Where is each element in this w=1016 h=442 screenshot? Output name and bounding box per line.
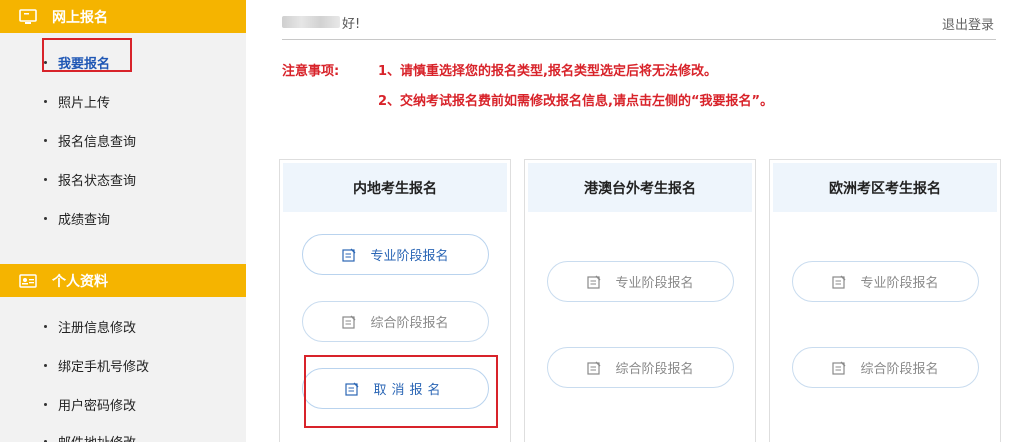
professional-stage-register-button[interactable]: 专业阶段报名: [547, 261, 734, 302]
professional-stage-register-button[interactable]: 专业阶段报名: [792, 261, 979, 302]
nav-label: 照片上传: [58, 95, 111, 111]
nav-item-registration-status-query[interactable]: 报名状态查询: [44, 168, 136, 190]
logout-link[interactable]: 退出登录: [942, 14, 994, 33]
nav-item-photo-upload[interactable]: 照片上传: [44, 90, 110, 112]
button-label: 专业阶段报名: [860, 276, 939, 291]
section-header-online-registration: 网上报名: [0, 0, 246, 33]
notice-line-2: 2、交纳考试报名费前如需修改报名信息,请点击左侧的“我要报名”。: [378, 94, 774, 109]
button-label: 综合阶段报名: [615, 362, 694, 377]
bullet-dot: [44, 138, 47, 142]
monitor-icon: [18, 7, 38, 27]
card-mainland-registration: 内地考生报名 专业阶段报名 综合阶段报名 取消报名: [279, 159, 511, 442]
button-label: 取消报名: [373, 383, 446, 398]
card-title: 内地考生报名: [283, 163, 507, 212]
nav-label: 邮件地址修改: [58, 432, 136, 442]
bullet-dot: [44, 177, 47, 181]
section-title: 个人资料: [52, 273, 108, 290]
greeting-text: 好!: [342, 17, 361, 32]
edit-doc-icon: [342, 248, 356, 262]
edit-doc-icon: [345, 382, 359, 396]
comprehensive-stage-register-button[interactable]: 综合阶段报名: [302, 301, 489, 342]
bullet-dot: [44, 324, 47, 328]
nav-item-edit-registration-info[interactable]: 注册信息修改: [44, 315, 136, 337]
edit-doc-icon: [587, 275, 601, 289]
blurred-username: [282, 16, 340, 28]
nav-label: 成绩查询: [58, 212, 111, 228]
bullet-dot: [44, 99, 47, 103]
edit-doc-icon: [342, 315, 356, 329]
nav-item-register[interactable]: 我要报名: [44, 51, 110, 73]
nav-label: 报名状态查询: [58, 173, 137, 189]
nav-label: 我要报名: [58, 56, 111, 72]
comprehensive-stage-register-button[interactable]: 综合阶段报名: [547, 347, 734, 388]
edit-doc-icon: [832, 275, 846, 289]
button-label: 综合阶段报名: [860, 362, 939, 377]
section-header-personal-info: 个人资料: [0, 264, 246, 297]
cancel-registration-button[interactable]: 取消报名: [302, 368, 489, 409]
edit-doc-icon: [587, 361, 601, 375]
card-europe-registration: 欧洲考区考生报名 专业阶段报名 综合阶段报名: [769, 159, 1001, 442]
professional-stage-register-button[interactable]: 专业阶段报名: [302, 234, 489, 275]
nav-label: 注册信息修改: [58, 320, 137, 336]
nav-item-score-query[interactable]: 成绩查询: [44, 207, 110, 229]
bullet-dot: [44, 60, 47, 64]
nav-item-edit-password[interactable]: 用户密码修改: [44, 393, 136, 415]
section-title: 网上报名: [52, 9, 108, 26]
notice-label: 注意事项:: [282, 64, 340, 79]
notice-line-1: 1、请慎重选择您的报名类型,报名类型选定后将无法修改。: [378, 64, 717, 79]
id-card-icon: [18, 271, 38, 291]
nav-item-registration-info-query[interactable]: 报名信息查询: [44, 129, 136, 151]
button-label: 专业阶段报名: [370, 249, 449, 264]
card-title: 港澳台外考生报名: [528, 163, 752, 212]
bullet-dot: [44, 216, 47, 220]
comprehensive-stage-register-button[interactable]: 综合阶段报名: [792, 347, 979, 388]
sidebar: 网上报名 我要报名 照片上传 报名信息查询 报名状态查询 成绩查询 个人资料 注…: [0, 0, 246, 442]
edit-doc-icon: [832, 361, 846, 375]
nav-label: 用户密码修改: [58, 398, 137, 414]
card-title: 欧洲考区考生报名: [773, 163, 997, 212]
nav-item-edit-phone[interactable]: 绑定手机号修改: [44, 354, 149, 376]
nav-label: 绑定手机号修改: [58, 359, 150, 375]
greeting-bar: 好! 退出登录: [282, 0, 996, 40]
button-label: 专业阶段报名: [615, 276, 694, 291]
nav-label: 报名信息查询: [58, 134, 137, 150]
bullet-dot: [44, 363, 47, 367]
nav-item-edit-email[interactable]: 邮件地址修改: [44, 430, 136, 442]
button-label: 综合阶段报名: [370, 316, 449, 331]
bullet-dot: [44, 402, 47, 406]
card-hk-macao-taiwan-foreign-registration: 港澳台外考生报名 专业阶段报名 综合阶段报名: [524, 159, 756, 442]
